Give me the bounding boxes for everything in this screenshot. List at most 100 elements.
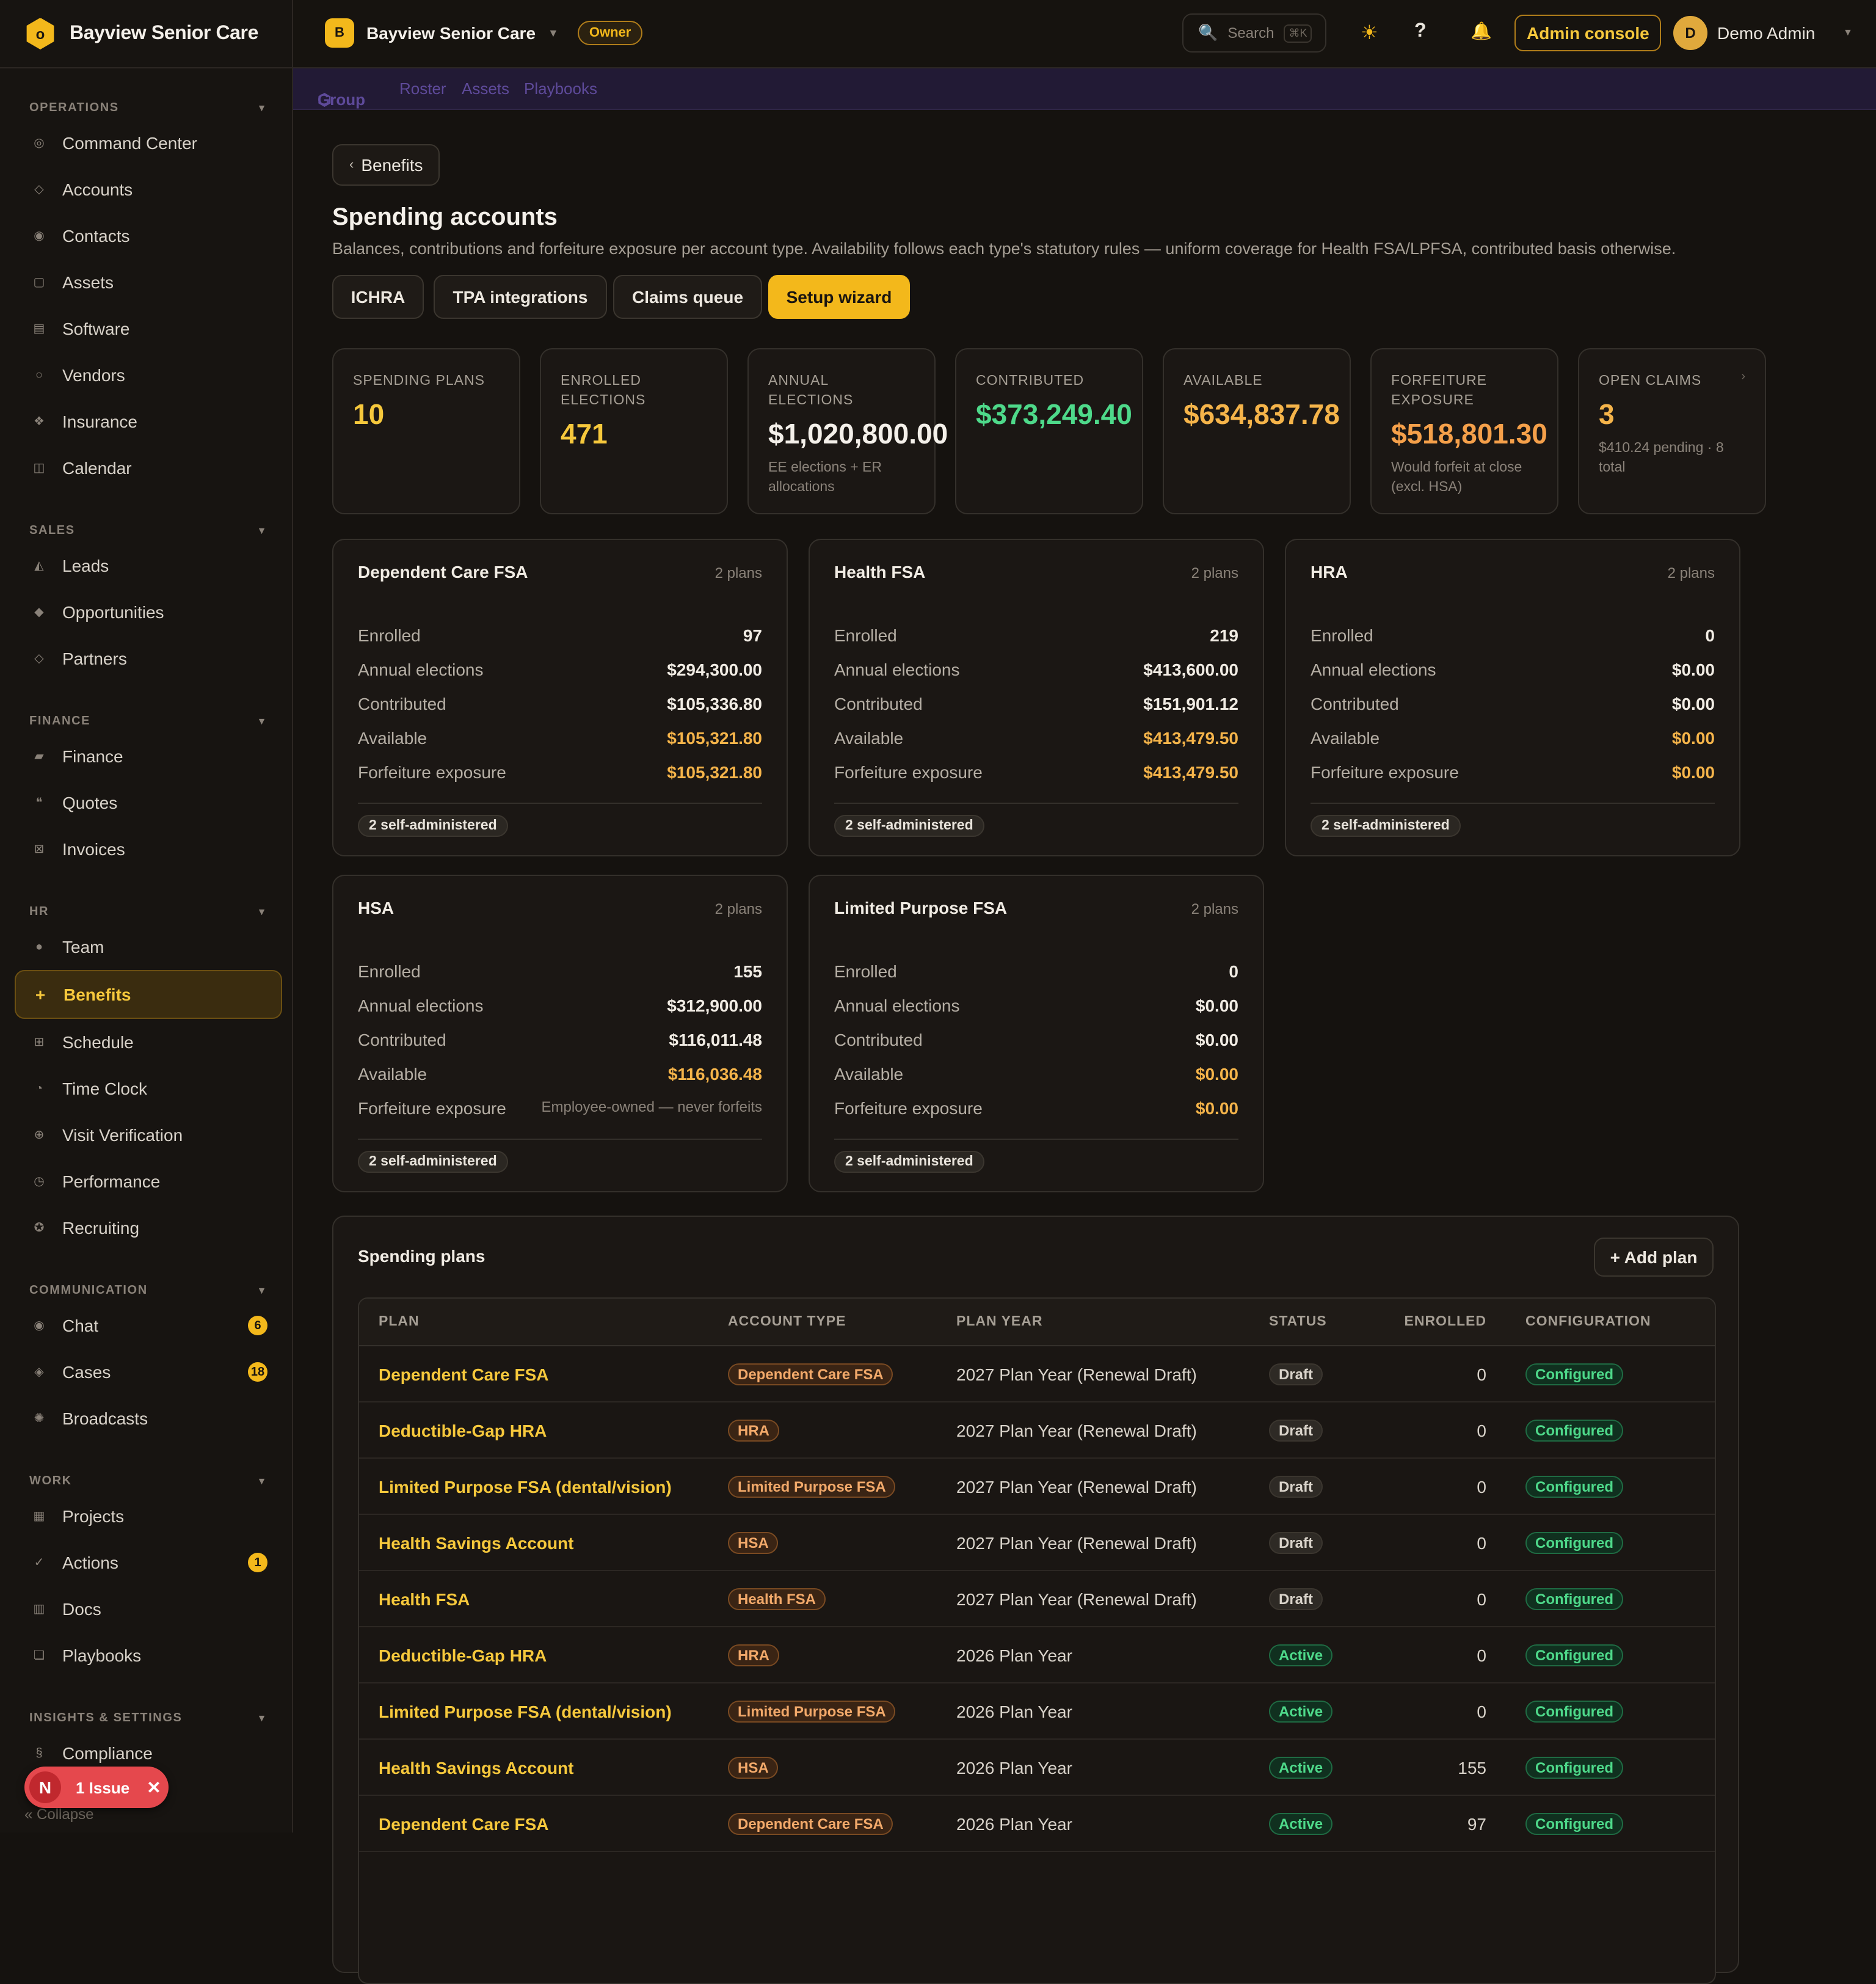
column-plan[interactable]: PLAN (359, 1315, 728, 1329)
column-status[interactable]: STATUS (1269, 1315, 1389, 1329)
playbooks-icon: ❏ (34, 1649, 45, 1662)
back-label: Benefits (361, 155, 423, 175)
add-plan-button[interactable]: + Add plan (1594, 1238, 1714, 1277)
stat-card-open-claims[interactable]: Open claims 3 $410.24 pending · 8 total › (1578, 348, 1766, 514)
sidebar-item-benefits[interactable]: + Benefits (15, 970, 282, 1019)
sidebar-item-label: Team (62, 937, 104, 957)
sidebar-section-work[interactable]: WORK ▼ (0, 1468, 292, 1493)
org-switcher[interactable]: B Bayview Senior Care ▼ Owner (325, 18, 642, 48)
claims-queue-button[interactable]: Claims queue (613, 275, 762, 319)
table-row[interactable]: Dependent Care FSA Dependent Care FSA 2027… (359, 1346, 1715, 1402)
sidebar-item-leads[interactable]: ◭ Leads (15, 542, 282, 589)
user-name[interactable]: Demo Admin (1717, 23, 1815, 43)
brand-name: Bayview Senior Care (70, 23, 258, 43)
table-row[interactable]: Health FSA Health FSA 2027 Plan Year (Rene… (359, 1571, 1715, 1627)
table-row[interactable]: Deductible-Gap HRA HRA 2027 Plan Year (Ren… (359, 1402, 1715, 1459)
metric-label: Annual elections (834, 996, 960, 1015)
sidebar-item-chat[interactable]: ◉ Chat 6 (15, 1302, 282, 1349)
plan-link[interactable]: Limited Purpose FSA (dental/vision) (379, 1476, 672, 1496)
sidebar-section-operations[interactable]: OPERATIONS ▼ (0, 95, 292, 120)
sidebar-item-label: Invoices (62, 839, 125, 859)
sidebar-item-visit-verification[interactable]: ⊕ Visit Verification (15, 1112, 282, 1158)
sun-icon[interactable]: ☀ (1361, 21, 1378, 45)
sidebar-item-schedule[interactable]: ⊞ Schedule (15, 1019, 282, 1065)
sidebar-section-insights-settings[interactable]: INSIGHTS & SETTINGS ▼ (0, 1705, 292, 1730)
bell-icon[interactable]: 🔔 (1471, 21, 1492, 42)
sidebar-section-finance[interactable]: FINANCE ▼ (0, 709, 292, 733)
setup-wizard-button[interactable]: Setup wizard (768, 275, 910, 319)
sidebar-item-actions[interactable]: ✓ Actions 1 (15, 1539, 282, 1586)
sidebar-item-projects[interactable]: ▦ Projects (15, 1493, 282, 1539)
brand[interactable]: o Bayview Senior Care (0, 0, 292, 68)
metric-label: Contributed (834, 694, 923, 713)
admin-console-button[interactable]: Admin console (1514, 15, 1662, 51)
sidebar-item-finance[interactable]: ▰ Finance (15, 733, 282, 779)
back-button[interactable]: ‹ Benefits (332, 144, 440, 186)
issue-indicator[interactable]: N 1 Issue ✕ (24, 1767, 169, 1808)
sidebar-item-quotes[interactable]: ❝ Quotes (15, 779, 282, 826)
collapse-button[interactable]: « Collapse (24, 1806, 93, 1823)
plan-link[interactable]: Dependent Care FSA (379, 1364, 549, 1384)
metric-label: Contributed (834, 1030, 923, 1049)
tpa-integrations-button[interactable]: TPA integrations (434, 275, 607, 319)
sidebar-item-recruiting[interactable]: ✪ Recruiting (15, 1205, 282, 1251)
column-account-type[interactable]: ACCOUNT TYPE (728, 1315, 956, 1329)
column-configuration[interactable]: CONFIGURATION (1486, 1315, 1706, 1329)
chevron-down-icon[interactable]: ▼ (1843, 27, 1853, 38)
table-row[interactable]: Health Savings Account HSA 2027 Plan Year … (359, 1515, 1715, 1571)
sidebar-item-invoices[interactable]: ⊠ Invoices (15, 826, 282, 872)
column-enrolled[interactable]: ENROLLED (1389, 1315, 1486, 1329)
admin-chip: 2 self-administered (834, 815, 984, 837)
sidebar-item-performance[interactable]: ◷ Performance (15, 1158, 282, 1205)
table-row[interactable]: Limited Purpose FSA (dental/vision) Limit… (359, 1683, 1715, 1740)
sidebar: o Bayview Senior Care OPERATIONS ▼ ◎ Comman… (0, 0, 293, 1833)
docs-icon: ▥ (33, 1602, 45, 1616)
plan-link[interactable]: Deductible-Gap HRA (379, 1420, 547, 1440)
sidebar-item-broadcasts[interactable]: ✺ Broadcasts (15, 1395, 282, 1442)
metric-label: Contributed (358, 694, 446, 713)
plan-link[interactable]: Limited Purpose FSA (dental/vision) (379, 1701, 672, 1721)
close-icon[interactable]: ✕ (147, 1777, 161, 1798)
sidebar-item-playbooks[interactable]: ❏ Playbooks (15, 1632, 282, 1679)
subnav-roster[interactable]: Roster (399, 79, 446, 98)
sidebar-item-insurance[interactable]: ❖ Insurance (15, 398, 282, 445)
sidebar-item-assets[interactable]: ▢ Assets (15, 259, 282, 305)
metric-value: $151,901.12 (1143, 694, 1238, 713)
plan-link[interactable]: Health FSA (379, 1589, 470, 1608)
help-icon[interactable]: ? (1414, 21, 1427, 43)
sidebar-section-communication[interactable]: COMMUNICATION ▼ (0, 1278, 292, 1302)
sidebar-section-hr[interactable]: HR ▼ (0, 899, 292, 924)
column-plan-year[interactable]: PLAN YEAR (956, 1315, 1269, 1329)
sidebar-item-accounts[interactable]: ◇ Accounts (15, 166, 282, 213)
account-card-dependent-care-fsa: Dependent Care FSA 2 plans Enrolled 97 Annua… (332, 539, 788, 856)
sidebar-item-partners[interactable]: ◇ Partners (15, 635, 282, 682)
table-row[interactable]: Limited Purpose FSA (dental/vision) Limit… (359, 1459, 1715, 1515)
sidebar-item-docs[interactable]: ▥ Docs (15, 1586, 282, 1632)
sidebar-item-label: Compliance (62, 1743, 153, 1763)
sidebar-item-team[interactable]: ● Team (15, 924, 282, 970)
table-row[interactable]: Deductible-Gap HRA HRA 2026 Plan Year Activ… (359, 1627, 1715, 1683)
table-row[interactable]: Dependent Care FSA Dependent Care FSA 2026… (359, 1796, 1715, 1852)
sidebar-item-opportunities[interactable]: ◆ Opportunities (15, 589, 282, 635)
plan-link[interactable]: Health Savings Account (379, 1533, 574, 1552)
table-row[interactable]: Health Savings Account HSA 2026 Plan Year A… (359, 1740, 1715, 1796)
subnav-playbooks[interactable]: Playbooks (524, 79, 597, 98)
search-input[interactable]: 🔍 Search ⌘K (1182, 13, 1326, 53)
avatar[interactable]: D (1673, 16, 1707, 50)
plan-count: 2 plans (714, 900, 762, 917)
sidebar-item-command-center[interactable]: ◎ Command Center (15, 120, 282, 166)
sidebar-item-software[interactable]: ▤ Software (15, 305, 282, 352)
sidebar-item-cases[interactable]: ◈ Cases 18 (15, 1349, 282, 1395)
plan-link[interactable]: Deductible-Gap HRA (379, 1645, 547, 1665)
sidebar-item-calendar[interactable]: ◫ Calendar (15, 445, 282, 491)
sidebar-section-sales[interactable]: SALES ▼ (0, 518, 292, 542)
ichra-button[interactable]: ICHRA (332, 275, 424, 319)
account-card-health-fsa: Health FSA 2 plans Enrolled 219 Annual elect… (809, 539, 1264, 856)
sidebar-item-contacts[interactable]: ◉ Contacts (15, 213, 282, 259)
account-card-hsa: HSA 2 plans Enrolled 155 Annual elections $31… (332, 875, 788, 1192)
sidebar-item-time-clock[interactable]: ◔ Time Clock (15, 1065, 282, 1112)
plan-link[interactable]: Dependent Care FSA (379, 1814, 549, 1833)
subnav-assets[interactable]: Assets (462, 79, 509, 98)
plan-link[interactable]: Health Savings Account (379, 1757, 574, 1777)
sidebar-item-vendors[interactable]: ○ Vendors (15, 352, 282, 398)
